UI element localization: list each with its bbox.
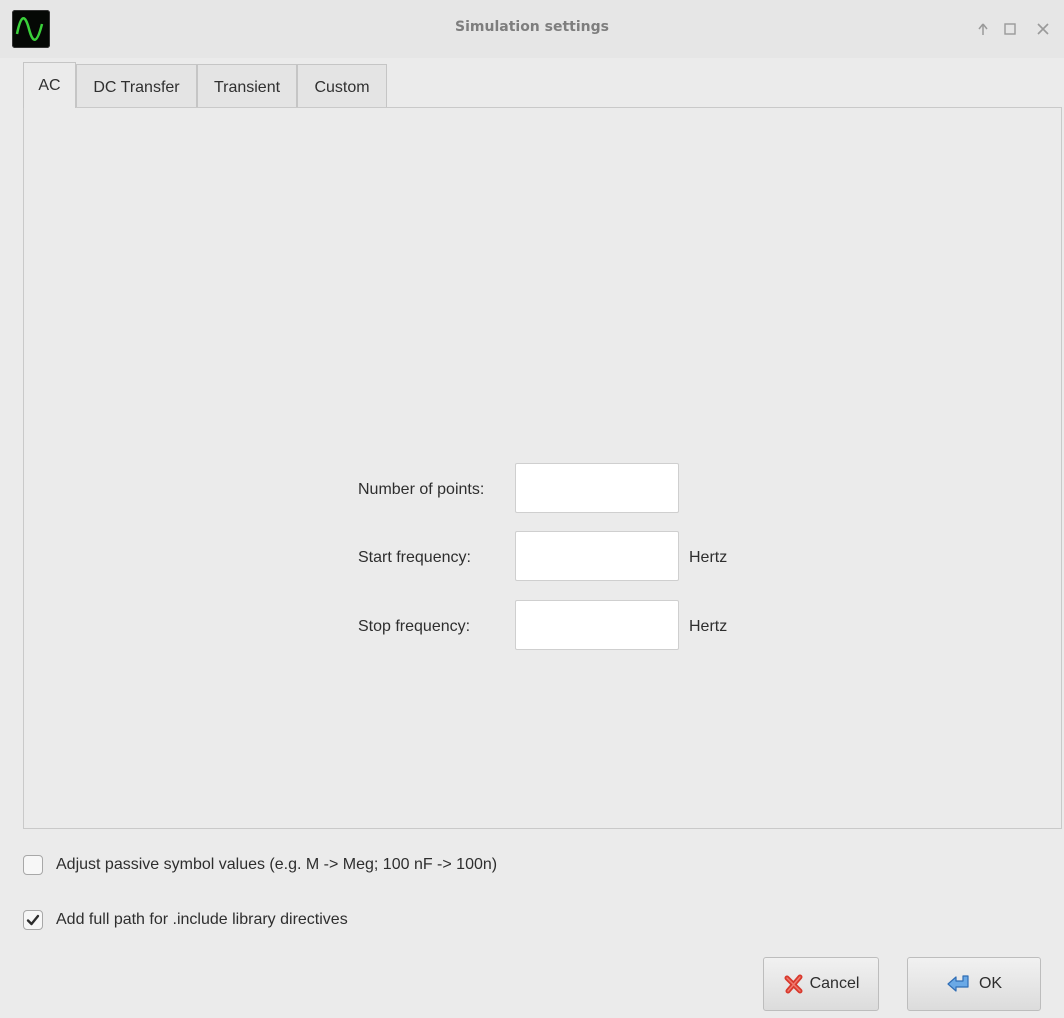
start-frequency-input[interactable] <box>515 531 679 581</box>
checkmark-icon <box>26 914 40 926</box>
start-frequency-unit: Hertz <box>689 549 728 566</box>
tab-ac[interactable]: AC <box>23 62 76 108</box>
number-of-points-label: Number of points: <box>358 481 485 498</box>
adjust-passive-checkbox[interactable] <box>23 855 43 875</box>
number-of-points-input[interactable] <box>515 463 679 513</box>
ok-label: OK <box>978 975 1003 992</box>
start-frequency-label: Start frequency: <box>358 549 471 566</box>
cancel-button[interactable]: Cancel <box>763 957 879 1011</box>
adjust-passive-label: Adjust passive symbol values (e.g. M -> … <box>56 856 498 873</box>
window-title: Simulation settings <box>455 19 609 35</box>
red-x-icon <box>783 973 805 995</box>
full-path-checkbox[interactable] <box>23 910 43 930</box>
stop-frequency-unit: Hertz <box>689 618 728 635</box>
full-path-option[interactable]: Add full path for .include library direc… <box>23 908 348 932</box>
stop-frequency-label: Stop frequency: <box>358 618 471 635</box>
adjust-passive-option[interactable]: Adjust passive symbol values (e.g. M -> … <box>23 853 497 877</box>
tab-transient[interactable]: Transient <box>197 64 297 108</box>
cancel-label: Cancel <box>809 975 860 992</box>
ac-tab-panel: Number of points: Start frequency: Hertz… <box>23 107 1062 829</box>
tab-custom[interactable]: Custom <box>297 64 387 108</box>
close-icon[interactable] <box>1036 22 1050 36</box>
stop-frequency-input[interactable] <box>515 600 679 650</box>
return-arrow-icon <box>946 973 974 995</box>
title-bar: Simulation settings <box>0 0 1064 58</box>
ok-button[interactable]: OK <box>907 957 1041 1011</box>
maximize-icon[interactable] <box>1003 22 1017 36</box>
tab-dc-transfer[interactable]: DC Transfer <box>76 64 197 108</box>
arrow-up-icon[interactable] <box>976 22 990 36</box>
full-path-label: Add full path for .include library direc… <box>56 911 348 928</box>
